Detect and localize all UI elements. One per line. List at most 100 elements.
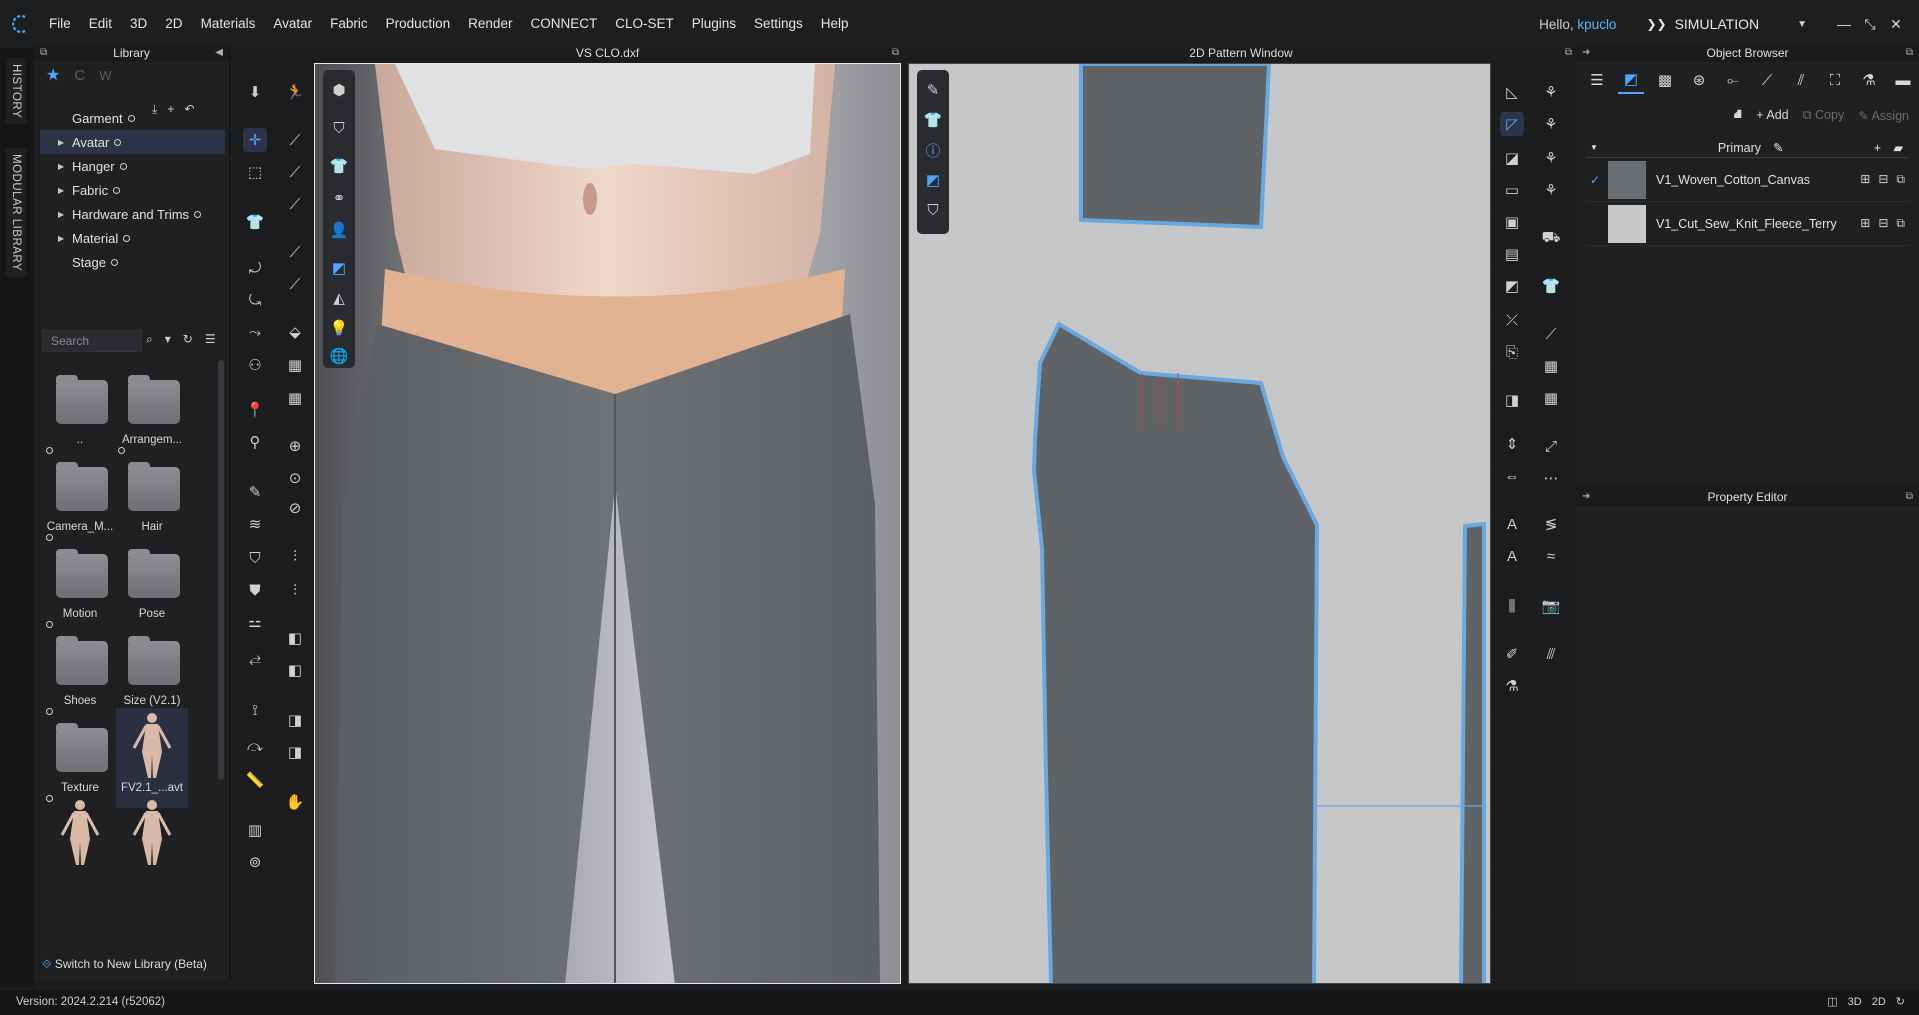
length-ruler-icon[interactable]: ⇕	[1500, 432, 1524, 456]
show-avatar-icon[interactable]: 👤	[327, 218, 351, 242]
apply-to-pattern-icon[interactable]: ⊞	[1860, 216, 1870, 231]
menu-file[interactable]: File	[40, 0, 80, 48]
library-tile[interactable]: Size (V2.1)	[116, 621, 188, 721]
menu-help[interactable]: Help	[812, 0, 858, 48]
garment-back-icon[interactable]: ⛊	[243, 578, 267, 602]
library-tree-item-material[interactable]: ▶ Material	[34, 226, 229, 250]
float-3d-icon[interactable]: ⧉	[892, 44, 899, 62]
brush-2-icon[interactable]: ⟋	[283, 160, 307, 184]
viewport-3d[interactable]: ⬢ ⛉ 👕 ⚭ 👤 ◩ ◭ 💡 🌐	[314, 63, 901, 984]
menu-plugins[interactable]: Plugins	[683, 0, 745, 48]
zipper-select-icon[interactable]: ⫶	[283, 544, 307, 568]
library-tree-item-avatar[interactable]: ▶ Avatar	[40, 130, 225, 154]
duplicate-fabric-icon[interactable]: ⧉	[1896, 172, 1905, 187]
menu-edit[interactable]: Edit	[80, 0, 121, 48]
fabric-row[interactable]: V1_Cut_Sew_Knit_Fleece_Terry ⊞ ⊟ ⧉	[1586, 202, 1909, 246]
favorites-star-icon[interactable]: ★	[46, 65, 60, 85]
simulation-pattern-icon[interactable]: ⚘	[1539, 80, 1563, 104]
pattern-edit-icon[interactable]: ✎	[921, 78, 945, 102]
graphic-edit-icon[interactable]: ⚗	[1500, 674, 1524, 698]
drop-arrow-icon[interactable]: ⬇	[243, 80, 267, 104]
segment-sewing-icon[interactable]: ⚘	[1539, 112, 1563, 136]
text-icon[interactable]: A	[1500, 512, 1524, 536]
apply-to-pattern-icon[interactable]: ⊞	[1860, 172, 1870, 187]
garment-fit-icon[interactable]: 👕	[243, 210, 267, 234]
show-garment-icon[interactable]: 👕	[327, 154, 351, 178]
clo-logo-icon[interactable]	[0, 0, 40, 48]
library-tile[interactable]: ..	[44, 360, 116, 460]
fabric-tab-icon[interactable]: ◩	[1618, 66, 1644, 94]
filter-dropdown-icon[interactable]: ▾	[165, 332, 171, 347]
fold-icon[interactable]: ⤳	[243, 320, 267, 344]
fold-line-icon[interactable]: ◨	[1500, 388, 1524, 412]
list-tab-icon[interactable]: ☰	[1584, 66, 1610, 94]
expand-arrow-icon[interactable]: ▶	[58, 162, 64, 171]
library-tile[interactable]: Texture	[44, 708, 116, 808]
internal-rect-icon[interactable]: ▣	[1500, 210, 1524, 234]
library-tile[interactable]: Arrangem...	[116, 360, 188, 460]
expand-arrow-icon[interactable]: ▶	[58, 234, 64, 243]
texture-brush-icon[interactable]: ⬙	[283, 320, 307, 344]
float-2d-icon[interactable]: ⧉	[1565, 44, 1572, 62]
library-tile[interactable]: Hair	[116, 447, 188, 547]
pin-icon[interactable]: 📍	[243, 398, 267, 422]
pattern-fill-2-icon[interactable]: ▦	[283, 386, 307, 410]
measure-icon[interactable]: ⟟	[243, 698, 267, 722]
graphic-2-icon[interactable]: ◨	[283, 740, 307, 764]
copy-fabric-button[interactable]: ⧉ Copy	[1803, 108, 1845, 123]
menu-settings[interactable]: Settings	[745, 0, 812, 48]
menu-materials[interactable]: Materials	[192, 0, 265, 48]
edit-point-icon[interactable]: ◸	[1500, 112, 1524, 136]
pleat-icon[interactable]: ⫻	[1539, 642, 1563, 666]
zipper-icon[interactable]: ▥	[243, 818, 267, 842]
apply-selected-icon[interactable]: ⊟	[1878, 172, 1888, 187]
view-3d-cube-icon[interactable]: ⬢	[327, 78, 351, 102]
brush-5-icon[interactable]: ⟋	[283, 272, 307, 296]
garment-front-icon[interactable]: ⛉	[243, 546, 267, 570]
edit-texture-icon[interactable]: ✎	[243, 480, 267, 504]
measure-tab-icon[interactable]: ▬	[1890, 66, 1916, 94]
puckering-icon[interactable]: ≋	[243, 512, 267, 536]
close-icon[interactable]: ✕	[1885, 16, 1907, 33]
menu-render[interactable]: Render	[459, 0, 521, 48]
zigzag-icon[interactable]: ≈	[1539, 544, 1563, 568]
float-object-browser-icon[interactable]: ⧉	[1906, 44, 1913, 62]
select-mesh-icon[interactable]: ⬚	[243, 160, 267, 184]
view-3d-icon[interactable]: 3D	[1848, 990, 1862, 1015]
shading-icon[interactable]: ◭	[327, 286, 351, 310]
expand-panel-icon[interactable]: ➜	[1582, 44, 1590, 62]
lighting-icon[interactable]: 💡	[327, 316, 351, 340]
expand-arrow-icon[interactable]: ▶	[58, 186, 64, 195]
fabric-block-icon[interactable]: ◧	[283, 626, 307, 650]
buttonhole-icon[interactable]: ⊘	[283, 496, 307, 520]
switch-new-library-link[interactable]: ⟐ Switch to New Library (Beta)	[42, 957, 207, 972]
elastic-icon[interactable]: ≶	[1539, 512, 1563, 536]
minimize-icon[interactable]: —	[1833, 16, 1855, 32]
brush-icon[interactable]: ⟋	[283, 128, 307, 152]
fabric-display-icon[interactable]: ◩	[921, 168, 945, 192]
edit-section-icon[interactable]: ✎	[1773, 140, 1783, 155]
seam-tab-icon[interactable]: ⟋	[1754, 66, 1780, 94]
needle-icon[interactable]: ⚲	[243, 430, 267, 454]
dart-icon[interactable]: ◩	[1500, 274, 1524, 298]
text-edit-icon[interactable]: A	[1500, 544, 1524, 568]
primary-section-header[interactable]: ▼ Primary ✎ + ▰	[1586, 138, 1909, 158]
fabric-texture-icon[interactable]: ◩	[327, 256, 351, 280]
view-garment-icon[interactable]: ⛉	[327, 116, 351, 140]
tab-history[interactable]: HISTORY	[6, 58, 26, 125]
texture-edit-icon[interactable]: ✐	[1500, 642, 1524, 666]
iron-icon[interactable]: ⛟	[1539, 226, 1563, 250]
transform-pattern-icon[interactable]: ◺	[1500, 80, 1524, 104]
library-tree-item-hardware-and-trims[interactable]: ▶ Hardware and Trims	[34, 202, 229, 226]
menu-3d[interactable]: 3D	[121, 0, 156, 48]
width-ruler-icon[interactable]: ⇔	[1500, 464, 1524, 488]
menu-2d[interactable]: 2D	[156, 0, 191, 48]
graphic-tab-icon[interactable]: ⚗	[1856, 66, 1882, 94]
free-sewing-icon[interactable]: ⚘	[1539, 146, 1563, 170]
add-section-icon[interactable]: +	[1874, 141, 1881, 155]
sewing-edit-icon[interactable]: ⚘	[1539, 178, 1563, 202]
pattern-fill-icon[interactable]: ▦	[283, 353, 307, 377]
apply-selected-icon[interactable]: ⊟	[1878, 216, 1888, 231]
stitch-tab-icon[interactable]: ⫽	[1788, 66, 1814, 94]
menu-fabric[interactable]: Fabric	[321, 0, 377, 48]
